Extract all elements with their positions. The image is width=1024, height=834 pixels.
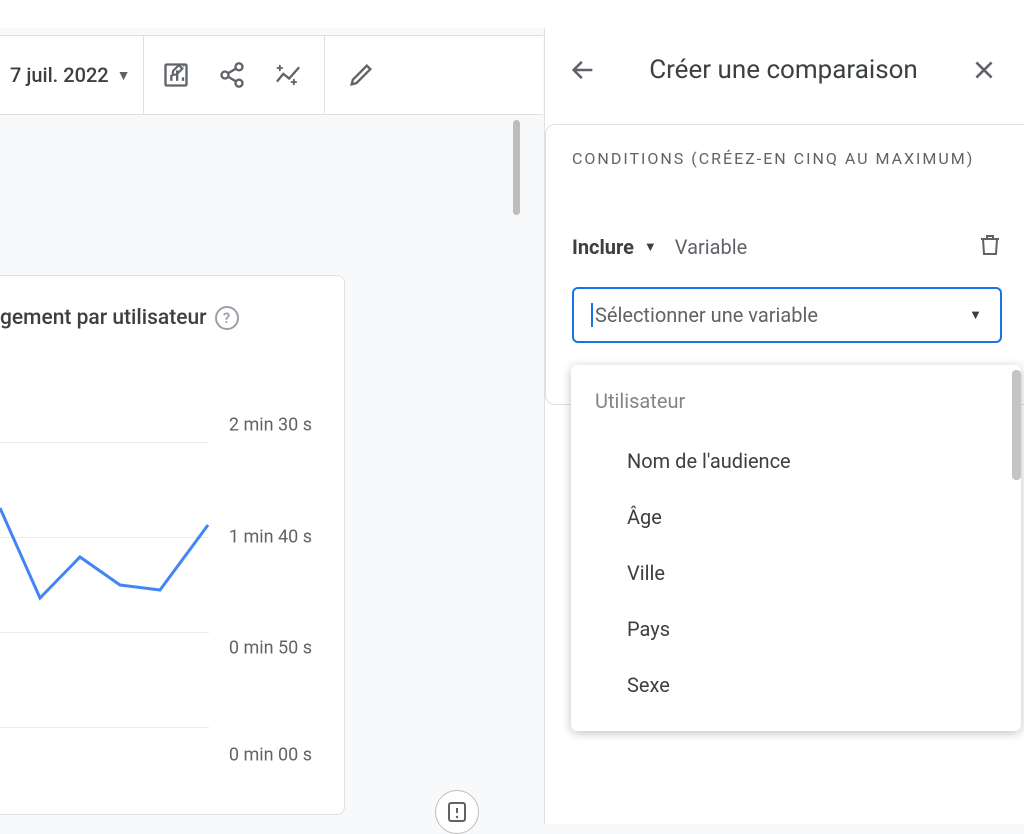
- variable-select[interactable]: Sélectionner une variable ▼: [572, 287, 1002, 343]
- dropdown-group-label: Utilisateur: [571, 389, 1021, 433]
- include-exclude-dropdown[interactable]: Inclure ▼: [572, 235, 657, 259]
- close-icon[interactable]: [962, 48, 1006, 92]
- comparison-panel: Créer une comparaison Conditions (créez-…: [544, 28, 1024, 824]
- date-range-label: 7 juil. 2022: [10, 63, 109, 87]
- card-title: gement par utilisateur: [0, 306, 207, 330]
- trash-icon[interactable]: [978, 233, 1002, 261]
- text-cursor: [591, 303, 593, 327]
- conditions-heading: Conditions (créez-en cinq au maximum): [572, 149, 1002, 193]
- y-tick-label: 0 min 00 s: [229, 745, 312, 766]
- dropdown-item-gender[interactable]: Sexe: [571, 657, 1021, 713]
- date-range-picker[interactable]: 7 juil. 2022 ▼: [10, 36, 144, 114]
- conditions-card: Conditions (créez-en cinq au maximum) In…: [545, 124, 1024, 405]
- content-scrollbar[interactable]: [513, 120, 520, 215]
- chevron-down-icon: ▼: [117, 67, 131, 84]
- share-icon[interactable]: [208, 51, 256, 99]
- edit-pencil-icon[interactable]: [337, 51, 385, 99]
- dropdown-item-city[interactable]: Ville: [571, 545, 1021, 601]
- toolbar-divider: [324, 36, 325, 114]
- dropdown-scrollbar[interactable]: [1012, 370, 1021, 480]
- chevron-down-icon: ▼: [969, 307, 982, 323]
- y-tick-label: 0 min 50 s: [229, 638, 312, 659]
- insights-sparkle-icon[interactable]: [264, 51, 312, 99]
- variable-label: Variable: [675, 235, 747, 259]
- customize-report-icon[interactable]: [152, 51, 200, 99]
- y-tick-label: 2 min 30 s: [229, 415, 312, 436]
- include-label: Inclure: [572, 235, 634, 259]
- dropdown-item-audience[interactable]: Nom de l'audience: [571, 433, 1021, 489]
- select-placeholder: Sélectionner une variable: [595, 303, 818, 327]
- feedback-icon[interactable]: [435, 790, 479, 834]
- y-tick-label: 1 min 40 s: [229, 527, 312, 548]
- help-icon[interactable]: ?: [215, 306, 239, 330]
- dropdown-item-age[interactable]: Âge: [571, 489, 1021, 545]
- line-chart: 2 min 30 s 1 min 40 s 0 min 50 s 0 min 0…: [0, 410, 324, 770]
- variable-dropdown-menu: Utilisateur Nom de l'audience Âge Ville …: [571, 365, 1021, 731]
- chart-line: [0, 410, 210, 770]
- top-toolbar: 7 juil. 2022 ▼: [0, 35, 543, 115]
- panel-title: Créer une comparaison: [617, 55, 950, 85]
- chevron-down-icon: ▼: [644, 239, 657, 255]
- engagement-chart-card: gement par utilisateur ? 2 min 30 s 1 mi…: [0, 275, 345, 815]
- dropdown-item-country[interactable]: Pays: [571, 601, 1021, 657]
- back-arrow-icon[interactable]: [561, 48, 605, 92]
